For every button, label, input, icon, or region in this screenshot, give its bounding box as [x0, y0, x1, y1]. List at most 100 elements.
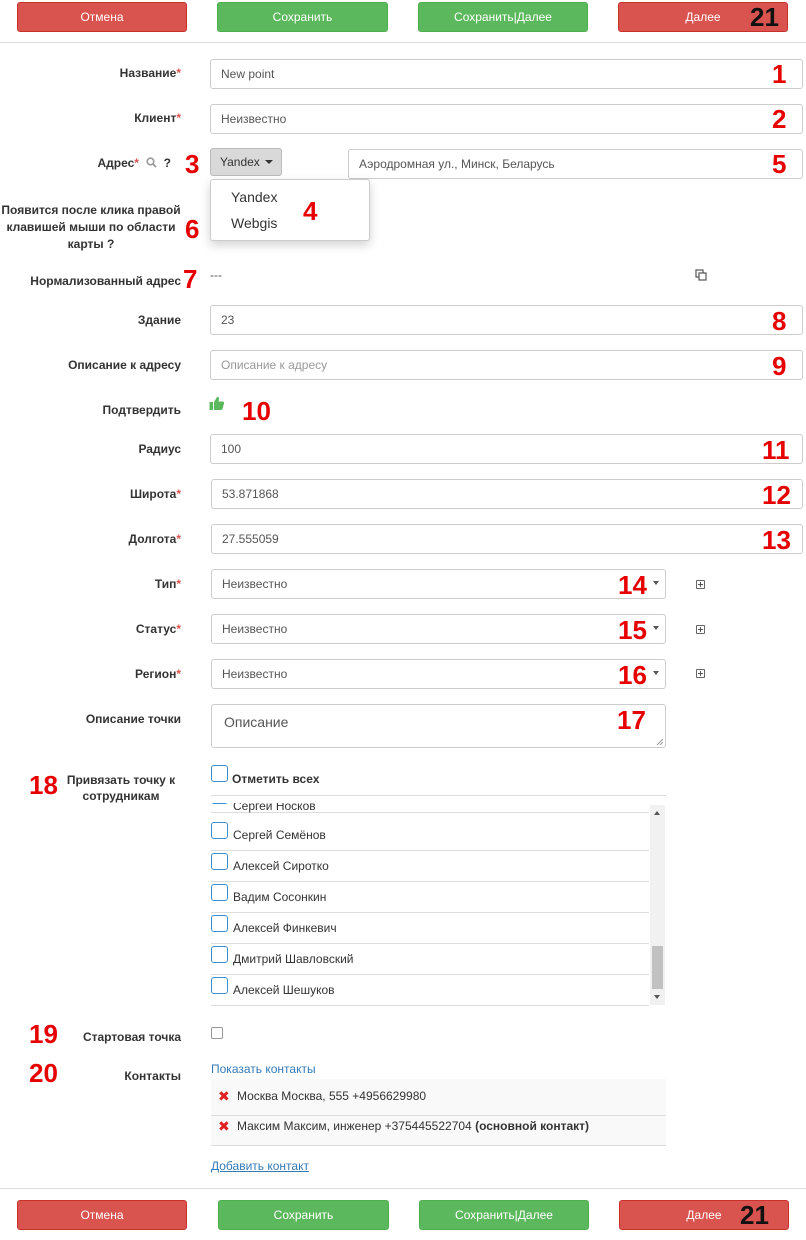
annotation-13: 13 [762, 525, 791, 555]
client-label: Клиент* [134, 111, 181, 125]
remove-contact-icon[interactable]: ✖ [218, 1088, 230, 1105]
name-label: Название* [119, 66, 181, 80]
employee-name: Дмитрий Шавловский [233, 952, 354, 966]
status-select[interactable]: Неизвестно [211, 614, 666, 644]
annotation-17: 17 [617, 705, 646, 735]
radius-input[interactable]: 100 [210, 434, 803, 464]
start-point-label: Стартовая точка [82, 1030, 181, 1044]
top-divider [0, 42, 806, 43]
name-input[interactable]: New point [210, 59, 803, 89]
annotation-2: 2 [772, 104, 787, 134]
employees-list-divider [211, 795, 666, 796]
client-input[interactable]: Неизвестно [210, 104, 803, 134]
provider-option-webgis[interactable]: Webgis [231, 215, 277, 231]
save-button-top[interactable]: Сохранить [217, 2, 388, 32]
annotation-14: 14 [618, 570, 647, 600]
longitude-label: Долгота* [128, 532, 181, 546]
annotation-21-top: 21 [750, 2, 779, 32]
employee-name: Алексей Шешуков [233, 983, 335, 997]
start-point-checkbox[interactable] [211, 1027, 223, 1039]
contact-row: ✖ Максим Максим, инженер +375445522704 (… [211, 1117, 666, 1146]
region-label: Регион* [134, 667, 181, 681]
address-desc-input[interactable]: Описание к адресу [210, 350, 803, 380]
employee-checkbox[interactable] [211, 853, 228, 870]
annotation-7: 7 [183, 264, 198, 294]
save-next-button-top[interactable]: Сохранить|Далее [418, 2, 588, 32]
annotation-3: 3 [185, 149, 200, 179]
list-item: Алексей Сиротко [211, 851, 649, 882]
employee-checkbox[interactable] [211, 977, 228, 994]
list-item: Алексей Шешуков [211, 975, 649, 1006]
employees-label: Привязать точку к сотрудникам [66, 773, 176, 803]
building-input[interactable]: 23 [210, 305, 803, 335]
annotation-4: 4 [303, 196, 318, 226]
add-region-icon[interactable] [696, 669, 705, 678]
contact-text: Максим Максим, инженер +375445522704 (ос… [237, 1119, 590, 1133]
search-icon[interactable] [146, 157, 157, 168]
address-label: Адрес* ? [97, 156, 171, 170]
provider-dropdown-menu: Yandex Webgis [210, 179, 370, 241]
save-button-bottom[interactable]: Сохранить [218, 1200, 389, 1230]
annotation-1: 1 [772, 59, 787, 89]
scrollbar-thumb[interactable] [652, 946, 663, 989]
contact-row: ✖ Москва Москва, 555 +4956629980 [211, 1079, 666, 1116]
save-next-button-bottom[interactable]: Сохранить|Далее [419, 1200, 589, 1230]
employee-checkbox[interactable] [211, 946, 228, 963]
point-desc-textarea[interactable]: Описание [211, 704, 666, 748]
region-select[interactable]: Неизвестно [211, 659, 666, 689]
employee-name: Алексей Сиротко [233, 859, 329, 873]
remove-contact-icon[interactable]: ✖ [218, 1118, 230, 1135]
address-help[interactable]: ? [164, 156, 171, 170]
add-contact-link[interactable]: Добавить контакт [211, 1159, 309, 1173]
building-label: Здание [137, 313, 181, 327]
scroll-up-arrow-icon[interactable] [654, 811, 660, 815]
point-desc-label: Описание точки [85, 712, 181, 726]
select-all-label: Отметить всех [232, 772, 320, 786]
list-item: Вадим Сосонкин [211, 882, 649, 913]
resize-handle-icon[interactable] [656, 738, 663, 745]
confirm-label: Подтвердить [102, 403, 181, 417]
bottom-divider [0, 1188, 806, 1189]
annotation-8: 8 [772, 306, 787, 336]
select-all-checkbox[interactable] [211, 765, 228, 782]
address-input[interactable]: Аэродромная ул., Минск, Беларусь [348, 149, 803, 179]
annotation-15: 15 [618, 615, 647, 645]
annotation-21-bottom: 21 [740, 1200, 769, 1230]
contacts-label: Контакты [124, 1069, 181, 1083]
caret-down-icon [264, 160, 273, 164]
normalized-value: --- [210, 268, 222, 282]
employee-checkbox[interactable] [211, 803, 228, 804]
longitude-input[interactable]: 27.555059 [211, 524, 803, 554]
thumbs-up-icon[interactable] [209, 396, 225, 411]
annotation-16: 16 [618, 660, 647, 690]
employee-checkbox[interactable] [211, 884, 228, 901]
provider-dropdown-button[interactable]: Yandex [210, 148, 282, 176]
latitude-input[interactable]: 53.871868 [211, 479, 803, 509]
provider-option-yandex[interactable]: Yandex [231, 189, 277, 205]
copy-icon[interactable] [695, 269, 707, 281]
annotation-10: 10 [242, 396, 271, 426]
add-status-icon[interactable] [696, 625, 705, 634]
status-label: Статус* [135, 622, 181, 636]
cancel-button-bottom[interactable]: Отмена [17, 1200, 187, 1230]
cancel-button-top[interactable]: Отмена [17, 2, 187, 32]
annotation-6: 6 [185, 214, 200, 244]
annotation-12: 12 [762, 480, 791, 510]
employee-name: Алексей Финкевич [233, 921, 337, 935]
type-label: Тип* [154, 577, 181, 591]
employees-scrollbar[interactable] [650, 805, 665, 1005]
employee-checkbox[interactable] [211, 822, 228, 839]
employee-checkbox[interactable] [211, 915, 228, 932]
show-contacts-link[interactable]: Показать контакты [211, 1062, 316, 1076]
contact-text: Москва Москва, 555 +4956629980 [237, 1089, 427, 1103]
list-item: Алексей Финкевич [211, 913, 649, 944]
scroll-down-arrow-icon[interactable] [654, 995, 660, 999]
caret-down-icon [653, 671, 659, 675]
list-item: Сергей Семёнов [211, 820, 649, 851]
annotation-11: 11 [762, 435, 790, 465]
list-item: Дмитрий Шавловский [211, 944, 649, 975]
type-select[interactable]: Неизвестно [211, 569, 666, 599]
normalized-label: Нормализованный адрес [30, 274, 181, 288]
annotation-5: 5 [772, 149, 787, 179]
add-type-icon[interactable] [696, 580, 705, 589]
